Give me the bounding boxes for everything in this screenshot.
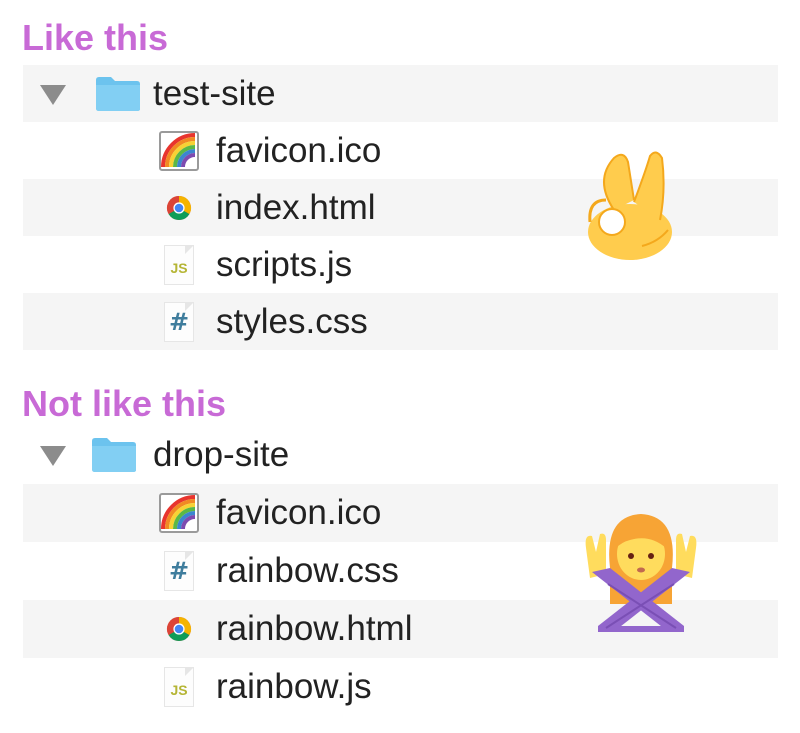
css-file-icon: #	[157, 300, 201, 344]
section-heading-not-like: Not like this	[22, 383, 227, 424]
css-file-icon: #	[157, 549, 201, 593]
disclosure-triangle-icon[interactable]	[40, 446, 66, 466]
file-name: scripts.js	[216, 244, 353, 284]
rainbow-icon	[157, 491, 201, 535]
section-heading-like: Like this	[22, 17, 169, 58]
folder-name: drop-site	[153, 435, 290, 474]
folder-icon	[92, 438, 136, 472]
file-name: rainbow.js	[216, 667, 372, 706]
folder-row-test-site[interactable]: test-site	[23, 65, 778, 122]
js-icon-label: JS	[170, 259, 188, 276]
file-name: favicon.ico	[216, 493, 382, 532]
file-name: styles.css	[216, 301, 368, 341]
folder-icon	[96, 76, 140, 111]
file-name: index.html	[216, 187, 376, 227]
rainbow-icon	[157, 129, 201, 173]
chrome-icon	[157, 186, 201, 230]
file-name: favicon.ico	[216, 130, 382, 170]
disclosure-triangle-icon[interactable]	[40, 84, 66, 105]
chrome-icon	[157, 607, 201, 651]
file-name: rainbow.html	[216, 609, 413, 648]
js-file-icon: JS	[157, 243, 201, 287]
css-icon-label: #	[168, 307, 190, 336]
js-file-icon: JS	[157, 665, 201, 709]
ok-hand-emoji	[588, 151, 672, 260]
file-name: rainbow.css	[216, 551, 399, 590]
no-gesture-emoji	[585, 514, 697, 632]
js-icon-label: JS	[170, 682, 188, 698]
css-icon-label: #	[168, 557, 190, 585]
file-row[interactable]: JS rainbow.js	[23, 658, 778, 716]
folder-row-drop-site[interactable]: drop-site	[23, 426, 778, 484]
file-row[interactable]: # styles.css	[23, 293, 778, 350]
folder-name: test-site	[153, 73, 276, 113]
